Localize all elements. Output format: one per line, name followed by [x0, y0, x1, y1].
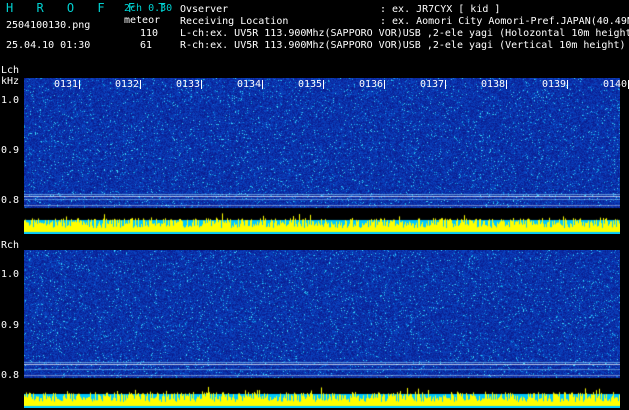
time-tick-0132: 0132: [115, 79, 140, 90]
time-tick-0134: 0134: [237, 79, 262, 90]
time-tick-mark: [262, 80, 263, 89]
rch-waterfall-canvas: [24, 250, 620, 408]
time-tick-mark: [384, 80, 385, 89]
count-lch: 110: [140, 28, 159, 39]
time-tick-0133: 0133: [176, 79, 201, 90]
time-tick-0137: 0137: [420, 79, 445, 90]
time-tick-0140: 0140: [603, 79, 628, 90]
lch-waterfall-canvas: [24, 78, 620, 234]
time-tick-0138: 0138: [481, 79, 506, 90]
lch-ylabel-1-0: 1.0: [1, 95, 20, 106]
observer-value: : ex. JR7CYX [ kid ]: [380, 4, 501, 15]
rch-ylabel-1-0: 1.0: [1, 269, 20, 280]
time-tick-0139: 0139: [542, 79, 567, 90]
time-tick-mark: [567, 80, 568, 89]
time-tick-0135: 0135: [298, 79, 323, 90]
rch-spectrogram: [24, 250, 620, 408]
time-tick-mark: [323, 80, 324, 89]
location-label: Receiving Location: [180, 16, 289, 27]
location-value: : ex. Aomori City Aomori-Pref.JAPAN(40.4…: [380, 16, 629, 27]
time-tick-0136: 0136: [359, 79, 384, 90]
observer-label: Ovserver: [180, 4, 229, 15]
lch-label: Lch: [1, 65, 20, 76]
channel-info: 2ch 0.30: [124, 3, 173, 14]
time-tick-mark: [201, 80, 202, 89]
filename: 2504100130.png: [6, 20, 91, 31]
time-tick-0131: 0131: [54, 79, 79, 90]
lch-spectrogram: 0131 0132 0133 0134 0135 0136 0137 0138 0139 0140: [24, 78, 629, 234]
time-tick-mark: [79, 80, 80, 89]
lch-ylabel-0-9: 0.9: [1, 145, 20, 156]
lch-unit-label: kHz: [1, 76, 20, 87]
datetime: 25.04.10 01:30: [6, 40, 91, 51]
rch-ylabel-0-9: 0.9: [1, 320, 20, 331]
time-tick-mark: [445, 80, 446, 89]
time-tick-mark: [506, 80, 507, 89]
rch-ylabel-0-8: 0.8: [1, 370, 20, 381]
lch-ylabel-0-8: 0.8: [1, 195, 20, 206]
lch-description: L-ch:ex. UV5R 113.900Mhz(SAPPORO VOR)USB…: [180, 28, 629, 39]
rch-description: R-ch:ex. UV5R 113.900Mhz(SAPPORO VOR)USB…: [180, 40, 626, 51]
count-rch: 61: [140, 40, 153, 51]
hroft-screen: H R O F F T 2ch 0.30 2504100130.png mete…: [0, 0, 629, 410]
mode-label: meteor: [124, 15, 161, 26]
rch-label: Rch: [1, 240, 20, 251]
time-tick-mark: [140, 80, 141, 89]
